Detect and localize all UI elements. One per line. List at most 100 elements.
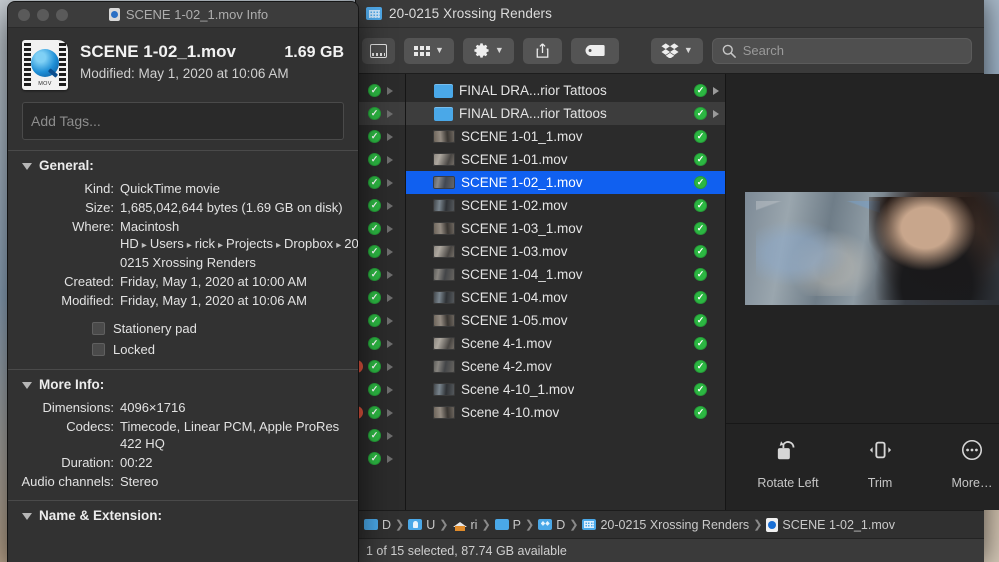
share-button[interactable] bbox=[522, 37, 562, 64]
chevron-right-icon[interactable] bbox=[387, 109, 393, 118]
general-section-header[interactable]: General: bbox=[8, 158, 358, 179]
chevron-right-icon[interactable] bbox=[387, 408, 393, 417]
file-name: Scene 4-10_1.mov bbox=[461, 382, 575, 397]
list-item[interactable] bbox=[356, 355, 405, 378]
table-row[interactable]: SCENE 1-04.mov bbox=[406, 286, 725, 309]
stationery-pad-row[interactable]: Stationery pad bbox=[8, 318, 358, 339]
chevron-right-icon[interactable] bbox=[387, 385, 393, 394]
list-item[interactable] bbox=[356, 240, 405, 263]
dimensions-key: Dimensions: bbox=[42, 400, 114, 415]
dropbox-button[interactable]: ▼ bbox=[650, 37, 703, 64]
list-item[interactable] bbox=[356, 171, 405, 194]
dropbox-synced-icon bbox=[694, 84, 707, 97]
search-input[interactable]: Search bbox=[711, 37, 972, 64]
action-label: More… bbox=[951, 476, 993, 490]
dropbox-synced-icon bbox=[368, 84, 381, 97]
chevron-right-icon[interactable] bbox=[387, 270, 393, 279]
dropbox-synced-icon bbox=[368, 406, 381, 419]
stationery-pad-checkbox[interactable] bbox=[92, 322, 105, 335]
breadcrumb-item[interactable]: SCENE 1-02_1.mov bbox=[766, 517, 895, 532]
chevron-right-icon[interactable] bbox=[387, 247, 393, 256]
list-item[interactable] bbox=[356, 401, 405, 424]
table-row[interactable]: SCENE 1-05.mov bbox=[406, 309, 725, 332]
chevron-right-icon[interactable] bbox=[387, 293, 393, 302]
info-header: MOV SCENE 1-02_1.mov 1.69 GB Modified: M… bbox=[8, 28, 358, 98]
table-row[interactable]: Scene 4-1.mov bbox=[406, 332, 725, 355]
disclosure-triangle-icon[interactable] bbox=[22, 381, 32, 389]
breadcrumb-item[interactable]: P bbox=[494, 518, 521, 532]
finder-titlebar[interactable]: 20-0215 Xrossing Renders bbox=[356, 0, 984, 28]
table-row[interactable]: FINAL DRA...rior Tattoos bbox=[406, 102, 725, 125]
status-text: 1 of 15 selected, 87.74 GB available bbox=[366, 543, 567, 558]
list-item[interactable] bbox=[356, 217, 405, 240]
finder-previous-column[interactable] bbox=[356, 74, 406, 510]
chevron-right-icon[interactable] bbox=[713, 109, 719, 118]
list-item[interactable] bbox=[356, 79, 405, 102]
list-item[interactable] bbox=[356, 378, 405, 401]
add-tags-input[interactable]: Add Tags... bbox=[22, 102, 344, 140]
list-item[interactable] bbox=[356, 309, 405, 332]
view-mode-button[interactable] bbox=[362, 37, 395, 64]
finder-file-list[interactable]: FINAL DRA...rior Tattoos FINAL DRA...rior… bbox=[406, 74, 726, 510]
chevron-right-icon[interactable] bbox=[387, 201, 393, 210]
table-row[interactable]: SCENE 1-03_1.mov bbox=[406, 217, 725, 240]
locked-row[interactable]: Locked bbox=[8, 339, 358, 360]
table-row[interactable]: SCENE 1-01_1.mov bbox=[406, 125, 725, 148]
breadcrumb[interactable]: D ❯ U ❯ ri ❯ P ❯ D ❯ 20-0215 Xrossing Renders ❯ SCEN… bbox=[356, 510, 984, 538]
action-label: Trim bbox=[867, 476, 893, 490]
dropbox-synced-icon bbox=[694, 130, 707, 143]
list-item[interactable] bbox=[356, 332, 405, 355]
chevron-right-icon[interactable] bbox=[387, 339, 393, 348]
table-row[interactable]: Scene 4-2.mov bbox=[406, 355, 725, 378]
movie-doc-icon bbox=[108, 8, 120, 21]
list-item[interactable] bbox=[356, 447, 405, 470]
status-bar: 1 of 15 selected, 87.74 GB available bbox=[356, 538, 984, 562]
table-row[interactable]: FINAL DRA...rior Tattoos bbox=[406, 79, 725, 102]
locked-checkbox[interactable] bbox=[92, 343, 105, 356]
breadcrumb-item[interactable]: D bbox=[364, 518, 391, 532]
table-row[interactable]: Scene 4-10_1.mov bbox=[406, 378, 725, 401]
chevron-right-icon[interactable] bbox=[387, 454, 393, 463]
table-row[interactable]: SCENE 1-02_1.mov bbox=[406, 171, 725, 194]
table-row[interactable]: SCENE 1-02.mov bbox=[406, 194, 725, 217]
preview-action-rotate-left[interactable]: Rotate Left bbox=[742, 438, 834, 490]
disclosure-triangle-icon[interactable] bbox=[22, 162, 32, 170]
breadcrumb-item[interactable]: D bbox=[538, 518, 565, 532]
info-titlebar[interactable]: SCENE 1-02_1.mov Info bbox=[8, 2, 358, 28]
table-row[interactable]: SCENE 1-04_1.mov bbox=[406, 263, 725, 286]
list-item[interactable] bbox=[356, 424, 405, 447]
list-item[interactable] bbox=[356, 286, 405, 309]
chevron-right-icon[interactable] bbox=[387, 86, 393, 95]
finder-columns: FINAL DRA...rior Tattoos FINAL DRA...rior… bbox=[356, 74, 999, 510]
name-extension-section-header[interactable]: Name & Extension: bbox=[8, 508, 358, 525]
arrange-button[interactable]: ▼ bbox=[404, 37, 454, 64]
list-item[interactable] bbox=[356, 263, 405, 286]
tag-button[interactable] bbox=[570, 37, 619, 64]
more-info-heading: More Info: bbox=[39, 377, 105, 392]
chevron-right-icon[interactable] bbox=[387, 224, 393, 233]
preview-action-more-ellipsis[interactable]: More… bbox=[926, 438, 999, 490]
breadcrumb-item[interactable]: U bbox=[408, 518, 435, 532]
chevron-right-icon[interactable] bbox=[387, 178, 393, 187]
chevron-right-icon[interactable] bbox=[387, 155, 393, 164]
breadcrumb-item[interactable]: 20-0215 Xrossing Renders bbox=[582, 518, 749, 532]
more-info-section-header[interactable]: More Info: bbox=[8, 377, 358, 398]
chevron-right-icon[interactable] bbox=[387, 132, 393, 141]
dropbox-synced-icon bbox=[368, 429, 381, 442]
list-item[interactable] bbox=[356, 125, 405, 148]
breadcrumb-item[interactable]: ri bbox=[452, 518, 477, 532]
chevron-right-icon[interactable] bbox=[387, 431, 393, 440]
disclosure-triangle-icon[interactable] bbox=[22, 512, 32, 520]
chevron-right-icon[interactable] bbox=[713, 86, 719, 95]
table-row[interactable]: SCENE 1-03.mov bbox=[406, 240, 725, 263]
list-item[interactable] bbox=[356, 102, 405, 125]
preview-action-trim[interactable]: Trim bbox=[834, 438, 926, 490]
list-item[interactable] bbox=[356, 148, 405, 171]
table-row[interactable]: Scene 4-10.mov bbox=[406, 401, 725, 424]
chevron-right-icon[interactable] bbox=[387, 362, 393, 371]
table-row[interactable]: SCENE 1-01.mov bbox=[406, 148, 725, 171]
list-item[interactable] bbox=[356, 194, 405, 217]
action-menu-button[interactable]: ▼ bbox=[462, 37, 514, 64]
chevron-right-icon[interactable] bbox=[387, 316, 393, 325]
breadcrumb-separator: ❯ bbox=[753, 519, 763, 531]
